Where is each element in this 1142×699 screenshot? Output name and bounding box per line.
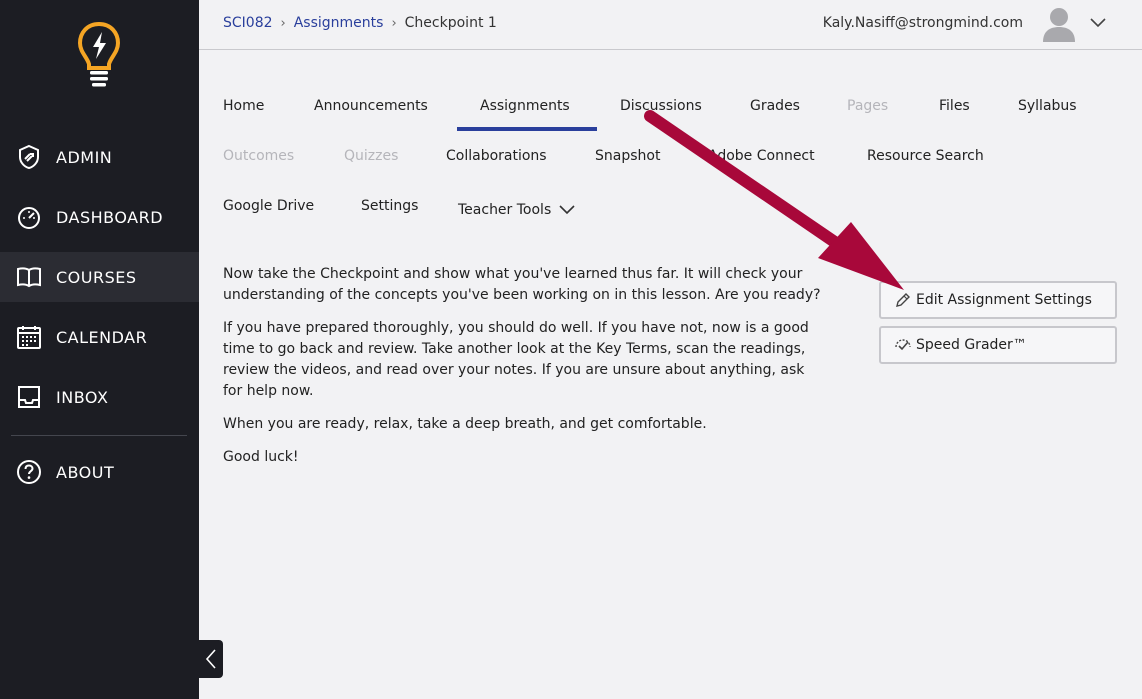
active-tab-indicator — [457, 127, 597, 131]
edit-assignment-settings-label: Edit Assignment Settings — [916, 292, 1092, 308]
speed-grader-icon — [895, 339, 911, 351]
chevron-down-icon — [559, 205, 575, 215]
collapse-sidebar-button[interactable] — [199, 640, 223, 678]
sidebar-item-admin[interactable]: ADMIN — [0, 132, 199, 182]
speed-grader-button[interactable]: Speed Grader™ — [879, 326, 1117, 364]
sidebar: ADMIN DASHBOARD COURSES CALENDAR INBOX A… — [0, 0, 199, 699]
breadcrumb: SCI082 › Assignments › Checkpoint 1 — [223, 15, 497, 31]
tab-adobe-connect[interactable]: Adobe Connect — [708, 148, 815, 164]
sidebar-item-courses[interactable]: COURSES — [0, 252, 199, 302]
assignment-description: Now take the Checkpoint and show what yo… — [223, 264, 823, 480]
gauge-icon — [18, 207, 40, 229]
tab-files[interactable]: Files — [939, 98, 970, 114]
breadcrumb-separator-icon: › — [280, 15, 286, 31]
chevron-left-icon — [205, 649, 216, 669]
lightbulb-logo-icon — [77, 21, 121, 87]
user-email: Kaly.Nasiff@strongmind.com — [822, 15, 1023, 31]
sidebar-divider — [11, 435, 187, 436]
paragraph: Now take the Checkpoint and show what yo… — [223, 266, 821, 303]
breadcrumb-assignments-link[interactable]: Assignments — [294, 15, 384, 31]
book-icon — [17, 267, 41, 288]
paragraph: If you have prepared thoroughly, you sho… — [223, 320, 809, 399]
calendar-icon — [17, 326, 41, 349]
tab-assignments[interactable]: Assignments — [480, 98, 570, 114]
tab-settings[interactable]: Settings — [361, 198, 418, 214]
paragraph: When you are ready, relax, take a deep b… — [223, 416, 707, 432]
edit-assignment-settings-button[interactable]: Edit Assignment Settings — [879, 281, 1117, 319]
pencil-icon — [896, 293, 910, 307]
question-icon — [17, 460, 41, 484]
tab-collaborations[interactable]: Collaborations — [446, 148, 547, 164]
tab-discussions[interactable]: Discussions — [620, 98, 702, 114]
tab-grades[interactable]: Grades — [750, 98, 800, 114]
sidebar-item-about[interactable]: ABOUT — [0, 447, 199, 497]
tab-quizzes: Quizzes — [344, 148, 399, 164]
sidebar-item-label: CALENDAR — [56, 327, 148, 347]
speed-grader-label: Speed Grader™ — [916, 337, 1027, 353]
inbox-icon — [18, 386, 40, 408]
sidebar-item-label: ADMIN — [56, 147, 113, 167]
paragraph: Good luck! — [223, 449, 299, 465]
tab-pages: Pages — [847, 98, 889, 114]
tab-announcements[interactable]: Announcements — [314, 98, 428, 114]
tab-outcomes: Outcomes — [223, 148, 295, 164]
tab-home[interactable]: Home — [223, 98, 264, 114]
sidebar-item-label: COURSES — [56, 267, 137, 287]
sidebar-item-label: INBOX — [56, 387, 109, 407]
shield-icon — [19, 144, 39, 170]
tab-syllabus[interactable]: Syllabus — [1018, 98, 1077, 114]
chevron-down-icon[interactable] — [1089, 16, 1107, 30]
sidebar-item-calendar[interactable]: CALENDAR — [0, 312, 199, 362]
tab-google-drive[interactable]: Google Drive — [223, 198, 314, 214]
tab-resource-search[interactable]: Resource Search — [867, 148, 984, 164]
breadcrumb-current: Checkpoint 1 — [404, 15, 497, 31]
sidebar-item-inbox[interactable]: INBOX — [0, 372, 199, 422]
sidebar-item-label: ABOUT — [56, 462, 115, 482]
top-header: SCI082 › Assignments › Checkpoint 1 Kaly… — [199, 0, 1142, 50]
tab-teacher-tools[interactable]: Teacher Tools — [458, 202, 575, 218]
sidebar-item-label: DASHBOARD — [56, 207, 164, 227]
tab-snapshot[interactable]: Snapshot — [595, 148, 660, 164]
tab-teacher-tools-label: Teacher Tools — [458, 202, 552, 218]
avatar[interactable] — [1042, 6, 1076, 42]
breadcrumb-course-link[interactable]: SCI082 — [223, 15, 273, 31]
sidebar-item-dashboard[interactable]: DASHBOARD — [0, 192, 199, 242]
breadcrumb-separator-icon: › — [391, 15, 397, 31]
